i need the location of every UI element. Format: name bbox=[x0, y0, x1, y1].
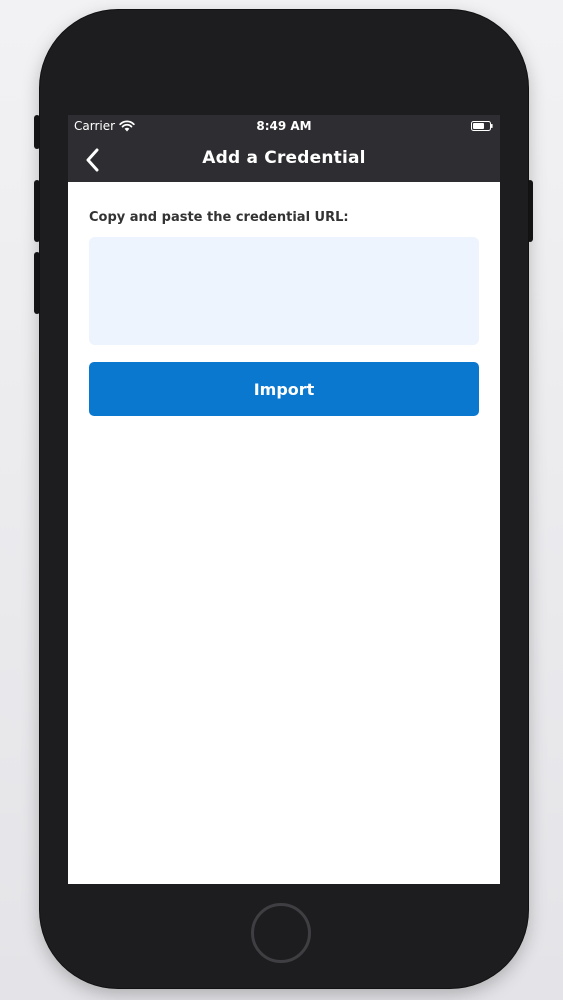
credential-form: Copy and paste the credential URL: Impor… bbox=[89, 210, 479, 416]
import-button[interactable]: Import bbox=[89, 362, 479, 416]
url-field-label: Copy and paste the credential URL: bbox=[89, 210, 349, 225]
status-time: 8:49 AM bbox=[256, 119, 312, 133]
battery-icon bbox=[471, 121, 493, 131]
status-bar: Carrier 8:49 AM bbox=[68, 115, 500, 137]
navigation-bar: Add a Credential bbox=[68, 137, 500, 182]
screen: Carrier 8:49 AM Add a Credential Copy an… bbox=[68, 115, 500, 884]
page-title: Add a Credential bbox=[202, 148, 366, 168]
home-button[interactable] bbox=[251, 903, 311, 963]
device-stage: Carrier 8:49 AM Add a Credential Copy an… bbox=[0, 0, 563, 1000]
credential-url-input[interactable] bbox=[89, 237, 479, 345]
